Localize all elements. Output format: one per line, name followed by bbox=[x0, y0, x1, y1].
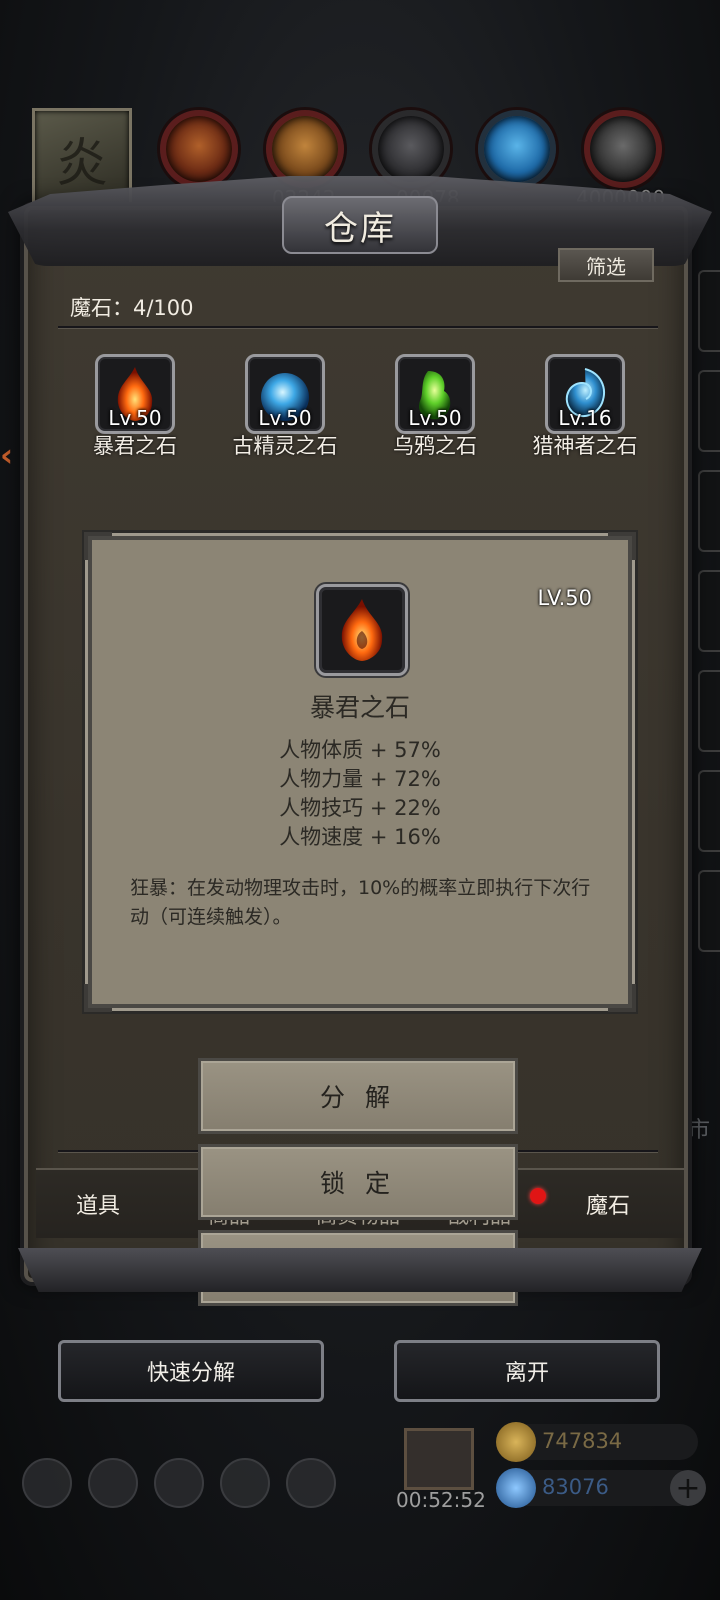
gem-counter: 83076 bbox=[496, 1468, 698, 1508]
stat-line: 人物速度 + 16% bbox=[279, 825, 441, 849]
skill-description: 狂暴：在发动物理攻击时，10%的概率立即执行下次行动（可连续触发）。 bbox=[130, 877, 591, 928]
ornate-frame-bottom bbox=[18, 1248, 702, 1292]
side-tab[interactable] bbox=[698, 670, 720, 752]
stone-slot-tyrant[interactable]: Lv.50 暴君之石 bbox=[60, 352, 210, 462]
decompose-button[interactable]: 分 解 bbox=[198, 1058, 518, 1134]
side-tab[interactable] bbox=[698, 470, 720, 552]
stat-line: 人物力量 + 72% bbox=[279, 767, 441, 791]
guild-icon[interactable] bbox=[154, 1458, 204, 1508]
left-arrow-icon[interactable]: ‹ bbox=[0, 436, 22, 476]
stone-grid: Lv.50 暴君之石 Lv.50 古精灵之石 Lv.50 乌鸦之石 Lv.16 … bbox=[60, 352, 660, 462]
side-tab[interactable] bbox=[698, 770, 720, 852]
stone-level: Lv.50 bbox=[258, 406, 312, 430]
ore-resource-icon bbox=[160, 110, 238, 188]
stat-line: 人物技巧 + 22% bbox=[279, 796, 441, 820]
stone-slot-ancient-elf[interactable]: Lv.50 古精灵之石 bbox=[210, 352, 360, 462]
stone-level: Lv.16 bbox=[558, 406, 612, 430]
stat-line: 人物体质 + 57% bbox=[279, 738, 441, 762]
side-tab[interactable] bbox=[698, 270, 720, 352]
stat-list: 人物体质 + 57% 人物力量 + 72% 人物技巧 + 22% 人物速度 + … bbox=[92, 736, 628, 852]
mail-icon[interactable] bbox=[220, 1458, 270, 1508]
quick-decompose-button[interactable]: 快速分解 bbox=[58, 1340, 324, 1402]
side-tab[interactable] bbox=[698, 870, 720, 952]
tab-magic-stones[interactable]: 魔石 bbox=[586, 1188, 630, 1220]
achievement-icon[interactable] bbox=[88, 1458, 138, 1508]
title-plate: 仓库 bbox=[282, 196, 438, 254]
map-icon[interactable] bbox=[286, 1458, 336, 1508]
stone-level: Lv.50 bbox=[408, 406, 462, 430]
stone-level: Lv.50 bbox=[108, 406, 162, 430]
frame-corner bbox=[608, 532, 636, 560]
filter-button[interactable]: 筛选 bbox=[558, 248, 654, 282]
side-tab[interactable] bbox=[698, 370, 720, 452]
gem-amount: 83076 bbox=[542, 1475, 609, 1499]
side-tab-column bbox=[694, 270, 720, 952]
notification-dot bbox=[530, 1188, 546, 1204]
gem-icon bbox=[496, 1468, 536, 1508]
stone-slot-god-hunter[interactable]: Lv.16 猎神者之石 bbox=[510, 352, 660, 462]
detail-stone-name: 暴君之石 bbox=[309, 693, 410, 722]
detail-level: LV.50 bbox=[537, 586, 592, 610]
gold-amount: 747834 bbox=[542, 1429, 623, 1453]
lock-button[interactable]: 锁 定 bbox=[198, 1144, 518, 1220]
stone-detail-card: LV.50 暴君之石 人物体质 + 57% 人物力量 + 72% 人物技巧 + … bbox=[84, 532, 636, 1012]
frame-corner bbox=[608, 984, 636, 1012]
gift-timer: 00:52:52 bbox=[396, 1488, 486, 1512]
tab-items[interactable]: 道具 bbox=[76, 1188, 120, 1220]
gold-counter: 747834 bbox=[496, 1422, 698, 1462]
stone-name: 猎神者之石 bbox=[532, 434, 638, 458]
settings-icon[interactable] bbox=[22, 1458, 72, 1508]
gold-coin-icon bbox=[496, 1422, 536, 1462]
stone-resource-icon bbox=[584, 110, 662, 188]
leave-button[interactable]: 离开 bbox=[394, 1340, 660, 1402]
add-gems-button[interactable]: + bbox=[670, 1470, 706, 1506]
stone-name: 乌鸦之石 bbox=[393, 434, 477, 458]
frame-corner bbox=[84, 532, 112, 560]
stone-count: 魔石：4/100 bbox=[70, 296, 194, 320]
stone-name: 古精灵之石 bbox=[232, 434, 338, 458]
fire-stone-icon bbox=[316, 584, 408, 676]
page-title: 仓库 bbox=[324, 208, 396, 249]
stone-name: 暴君之石 bbox=[93, 434, 177, 458]
frame-corner bbox=[84, 984, 112, 1012]
side-tab[interactable] bbox=[698, 570, 720, 652]
divider bbox=[58, 326, 658, 328]
market-label: 市 bbox=[687, 1118, 710, 1143]
stone-slot-crow[interactable]: Lv.50 乌鸦之石 bbox=[360, 352, 510, 462]
crystal-resource-icon bbox=[478, 110, 556, 188]
gift-box-icon[interactable] bbox=[404, 1428, 474, 1490]
